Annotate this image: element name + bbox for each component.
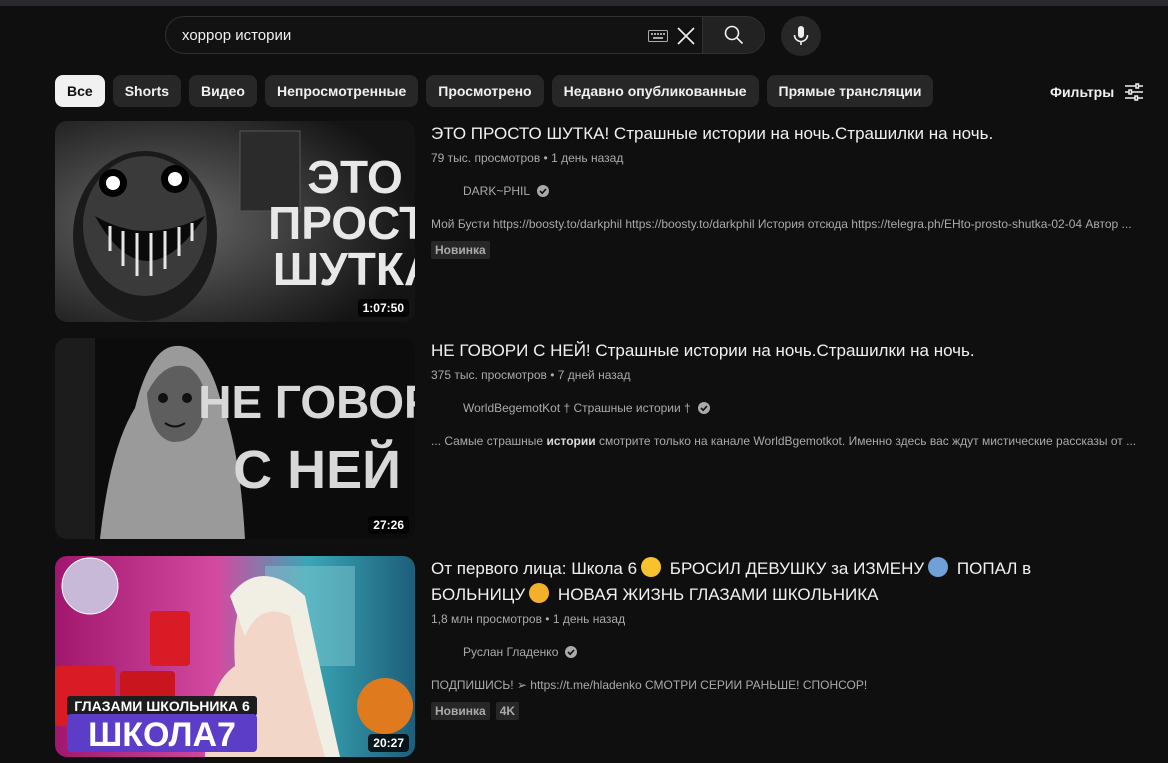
chip-recently-uploaded[interactable]: Недавно опубликованные <box>551 75 759 107</box>
verified-icon <box>697 402 710 414</box>
video-thumbnail[interactable]: ЭТО ПРОСТО ШУТКА 1:07:50 <box>55 121 415 322</box>
filters-button[interactable]: Фильтры <box>1050 80 1144 104</box>
thumbnail-image: ГЛАЗАМИ ШКОЛЬНИКА 6 ШКОЛА7 <box>55 556 415 757</box>
4k-badge: 4K <box>495 702 520 720</box>
chip-all[interactable]: Все <box>55 75 105 107</box>
fearful-emoji-icon <box>928 557 949 577</box>
new-badge: Новинка <box>431 241 490 259</box>
upload-age: 1 день назад <box>551 151 624 165</box>
chip-live[interactable]: Прямые трансляции <box>766 75 934 107</box>
channel-name: DARK~PHIL <box>463 184 531 198</box>
view-count: 1,8 млн просмотров <box>431 612 542 626</box>
upload-age: 7 дней назад <box>557 368 631 382</box>
view-count: 79 тыс. просмотров <box>431 151 541 165</box>
star-eyes-emoji-icon <box>641 557 662 577</box>
svg-text:ШУТКА: ШУТКА <box>273 243 415 295</box>
svg-text:С НЕЙ: С НЕЙ <box>233 439 401 500</box>
filter-sliders-icon <box>1125 83 1144 101</box>
svg-text:ЭТО: ЭТО <box>307 151 402 203</box>
svg-text:ШКОЛА7: ШКОЛА7 <box>88 716 236 754</box>
search-button[interactable] <box>702 16 765 54</box>
channel-link[interactable]: Руслан Гладенко <box>431 640 1151 664</box>
video-thumbnail[interactable]: ГЛАЗАМИ ШКОЛЬНИКА 6 ШКОЛА7 20:27 <box>55 556 415 757</box>
video-description: ПОДПИШИСЬ! ➢ https://t.me/hladenko СМОТР… <box>431 678 868 692</box>
channel-link[interactable]: WorldBegemotKot † Страшные истории † <box>431 396 1151 420</box>
chip-shorts[interactable]: Shorts <box>112 75 182 107</box>
filters-label: Фильтры <box>1050 84 1115 100</box>
video-duration: 1:07:50 <box>357 299 409 317</box>
new-badge: Новинка <box>431 702 490 720</box>
thumbnail-image: НЕ ГОВОРИ С НЕЙ <box>55 338 415 539</box>
video-duration: 27:26 <box>368 516 409 534</box>
video-meta: 1,8 млн просмотров • 1 день назад <box>431 612 626 626</box>
video-title[interactable]: От первого лица: Школа 6 БРОСИЛ ДЕВУШКУ … <box>431 556 1151 608</box>
video-thumbnail[interactable]: НЕ ГОВОРИ С НЕЙ 27:26 <box>55 338 415 539</box>
video-description: ... Самые страшные истории смотрите толь… <box>431 434 1137 448</box>
thumbnail-text: ГЛАЗАМИ ШКОЛЬНИКА 6 ШКОЛА7 <box>74 698 250 754</box>
video-title[interactable]: ЭТО ПРОСТО ШУТКА! Страшные истории на но… <box>431 121 1151 147</box>
chip-unwatched[interactable]: Непросмотренные <box>264 75 419 107</box>
chip-watched[interactable]: Просмотрено <box>426 75 544 107</box>
microphone-icon <box>793 26 809 45</box>
video-meta: 375 тыс. просмотров • 7 дней назад <box>431 368 631 382</box>
chip-video[interactable]: Видео <box>189 75 257 107</box>
voice-search-button[interactable] <box>781 16 821 56</box>
svg-text:НЕ ГОВОРИ: НЕ ГОВОРИ <box>198 376 415 428</box>
video-duration: 20:27 <box>368 734 409 752</box>
search-input[interactable]: хоррор истории <box>165 16 702 54</box>
verified-icon <box>537 185 550 197</box>
channel-name: WorldBegemotKot † Страшные истории † <box>463 401 691 415</box>
video-meta: 79 тыс. просмотров • 1 день назад <box>431 151 624 165</box>
top-strip <box>0 0 1168 6</box>
channel-name: Руслан Гладенко <box>463 645 559 659</box>
worried-emoji-icon <box>529 583 550 603</box>
upload-age: 1 день назад <box>552 612 626 626</box>
filter-chips: Все Shorts Видео Непросмотренные Просмот… <box>55 75 934 107</box>
svg-text:ПРОСТО: ПРОСТО <box>268 197 415 249</box>
view-count: 375 тыс. просмотров <box>431 368 547 382</box>
video-title[interactable]: НЕ ГОВОРИ С НЕЙ! Страшные истории на ноч… <box>431 338 1151 364</box>
thumbnail-image: ЭТО ПРОСТО ШУТКА <box>55 121 415 322</box>
keyboard-icon[interactable] <box>648 30 668 42</box>
search-icon <box>724 25 743 45</box>
svg-text:ГЛАЗАМИ ШКОЛЬНИКА 6: ГЛАЗАМИ ШКОЛЬНИКА 6 <box>74 698 250 714</box>
channel-link[interactable]: DARK~PHIL <box>431 179 1151 203</box>
search-query[interactable]: хоррор истории <box>182 27 291 44</box>
verified-icon <box>565 646 578 658</box>
video-description: Мой Бусти https://boosty.to/darkphil htt… <box>431 217 1132 231</box>
clear-search-icon[interactable] <box>675 25 697 47</box>
